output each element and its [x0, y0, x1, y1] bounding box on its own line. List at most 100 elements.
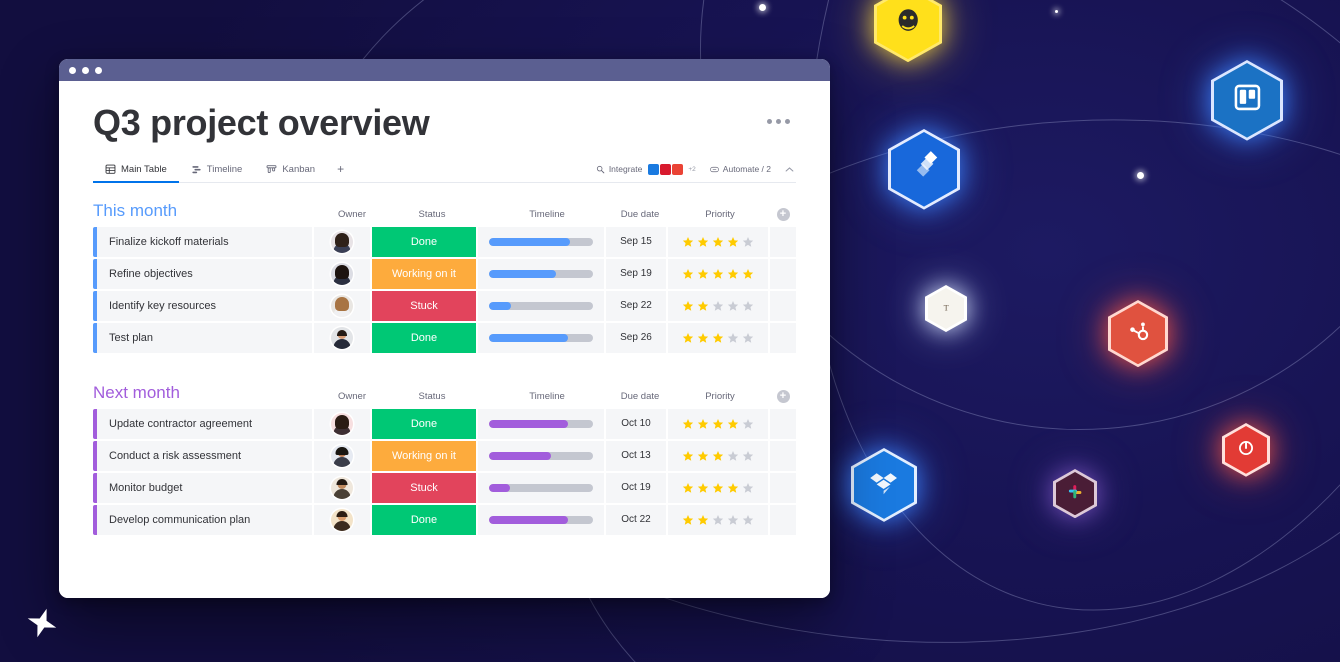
window-minimize-dot[interactable]: [82, 66, 89, 74]
task-name-cell[interactable]: Refine objectives: [97, 258, 312, 289]
column-header-due-date[interactable]: Due date: [610, 209, 670, 220]
avatar[interactable]: [331, 294, 353, 317]
timeline-cell[interactable]: [478, 322, 604, 353]
task-name-cell[interactable]: Conduct a risk assessment: [97, 440, 312, 471]
due-date-cell[interactable]: Oct 22: [606, 504, 666, 535]
timeline-cell[interactable]: [478, 504, 604, 535]
table-row[interactable]: Develop communication plan Done Oct 22: [93, 504, 796, 535]
owner-cell[interactable]: [314, 504, 370, 535]
avatar[interactable]: [331, 508, 353, 531]
status-cell[interactable]: Done: [372, 504, 476, 535]
priority-cell[interactable]: [668, 322, 768, 353]
priority-cell[interactable]: [668, 440, 768, 471]
priority-cell[interactable]: [668, 472, 768, 503]
table-row[interactable]: Finalize kickoff materials Done Sep 15: [93, 226, 796, 257]
status-cell[interactable]: Working on it: [372, 258, 476, 289]
priority-cell[interactable]: [668, 290, 768, 321]
add-column-button[interactable]: +: [770, 389, 796, 403]
avatar[interactable]: [331, 476, 353, 499]
column-header-priority[interactable]: Priority: [670, 391, 770, 402]
group-title[interactable]: This month: [93, 201, 177, 221]
timeline-cell[interactable]: [478, 226, 604, 257]
column-header-status[interactable]: Status: [380, 209, 484, 220]
collapse-toolbar-button[interactable]: [785, 166, 794, 173]
column-header-timeline[interactable]: Timeline: [484, 391, 610, 402]
status-cell[interactable]: Stuck: [372, 472, 476, 503]
due-date-cell[interactable]: Oct 13: [606, 440, 666, 471]
timeline-cell[interactable]: [478, 408, 604, 439]
owner-cell[interactable]: [314, 290, 370, 321]
owner-cell[interactable]: [314, 440, 370, 471]
priority-cell[interactable]: [668, 408, 768, 439]
column-header-owner[interactable]: Owner: [324, 209, 380, 220]
table-row[interactable]: Identify key resources Stuck Sep 22: [93, 290, 796, 321]
due-date-cell[interactable]: Sep 26: [606, 322, 666, 353]
priority-cell[interactable]: [668, 258, 768, 289]
avatar[interactable]: [331, 326, 353, 349]
owner-cell[interactable]: [314, 408, 370, 439]
due-date-cell[interactable]: Oct 10: [606, 408, 666, 439]
task-name-cell[interactable]: Monitor budget: [97, 472, 312, 503]
avatar[interactable]: [331, 262, 353, 285]
due-date-cell[interactable]: Oct 19: [606, 472, 666, 503]
add-column-button[interactable]: +: [770, 207, 796, 221]
table-row[interactable]: Monitor budget Stuck Oct 19: [93, 472, 796, 503]
row-extra-cell[interactable]: [770, 258, 796, 289]
column-header-due-date[interactable]: Due date: [610, 391, 670, 402]
status-cell[interactable]: Done: [372, 322, 476, 353]
row-extra-cell[interactable]: [770, 290, 796, 321]
tab-kanban[interactable]: Kanban: [254, 156, 327, 182]
tab-main-table[interactable]: Main Table: [93, 156, 179, 184]
integration-app-icons[interactable]: [648, 163, 684, 175]
more-options-button[interactable]: [767, 119, 790, 124]
owner-cell[interactable]: [314, 258, 370, 289]
status-cell[interactable]: Done: [372, 408, 476, 439]
status-cell[interactable]: Stuck: [372, 290, 476, 321]
table-row[interactable]: Test plan Done Sep 26: [93, 322, 796, 353]
integrate-button[interactable]: Integrate +2: [596, 163, 696, 175]
avatar[interactable]: [331, 230, 353, 253]
column-header-status[interactable]: Status: [380, 391, 484, 402]
priority-cell[interactable]: [668, 504, 768, 535]
window-maximize-dot[interactable]: [95, 66, 102, 74]
owner-cell[interactable]: [314, 226, 370, 257]
priority-cell[interactable]: [668, 226, 768, 257]
avatar[interactable]: [331, 412, 353, 435]
owner-cell[interactable]: [314, 472, 370, 503]
row-extra-cell[interactable]: [770, 504, 796, 535]
timeline-cell[interactable]: [478, 472, 604, 503]
timeline-cell[interactable]: [478, 258, 604, 289]
group-title[interactable]: Next month: [93, 383, 180, 403]
owner-cell[interactable]: [314, 322, 370, 353]
due-date-cell[interactable]: Sep 22: [606, 290, 666, 321]
table-row[interactable]: Refine objectives Working on it Sep 19: [93, 258, 796, 289]
window-close-dot[interactable]: [69, 66, 76, 74]
due-date-cell[interactable]: Sep 15: [606, 226, 666, 257]
task-name-cell[interactable]: Test plan: [97, 322, 312, 353]
star-filled-icon: [712, 482, 724, 493]
table-row[interactable]: Update contractor agreement Done Oct 10: [93, 408, 796, 439]
star-filled-icon: [682, 236, 694, 247]
avatar[interactable]: [331, 444, 353, 467]
timeline-cell[interactable]: [478, 440, 604, 471]
add-view-button[interactable]: +: [327, 162, 354, 176]
row-extra-cell[interactable]: [770, 472, 796, 503]
status-cell[interactable]: Done: [372, 226, 476, 257]
timeline-cell[interactable]: [478, 290, 604, 321]
automate-button[interactable]: Automate / 2: [709, 164, 771, 174]
column-header-owner[interactable]: Owner: [324, 391, 380, 402]
row-extra-cell[interactable]: [770, 408, 796, 439]
column-header-priority[interactable]: Priority: [670, 209, 770, 220]
task-name-cell[interactable]: Finalize kickoff materials: [97, 226, 312, 257]
row-extra-cell[interactable]: [770, 440, 796, 471]
table-row[interactable]: Conduct a risk assessment Working on it …: [93, 440, 796, 471]
status-cell[interactable]: Working on it: [372, 440, 476, 471]
task-name-cell[interactable]: Identify key resources: [97, 290, 312, 321]
row-extra-cell[interactable]: [770, 322, 796, 353]
column-header-timeline[interactable]: Timeline: [484, 209, 610, 220]
task-name-cell[interactable]: Develop communication plan: [97, 504, 312, 535]
row-extra-cell[interactable]: [770, 226, 796, 257]
tab-timeline[interactable]: Timeline: [179, 156, 255, 182]
due-date-cell[interactable]: Sep 19: [606, 258, 666, 289]
task-name-cell[interactable]: Update contractor agreement: [97, 408, 312, 439]
